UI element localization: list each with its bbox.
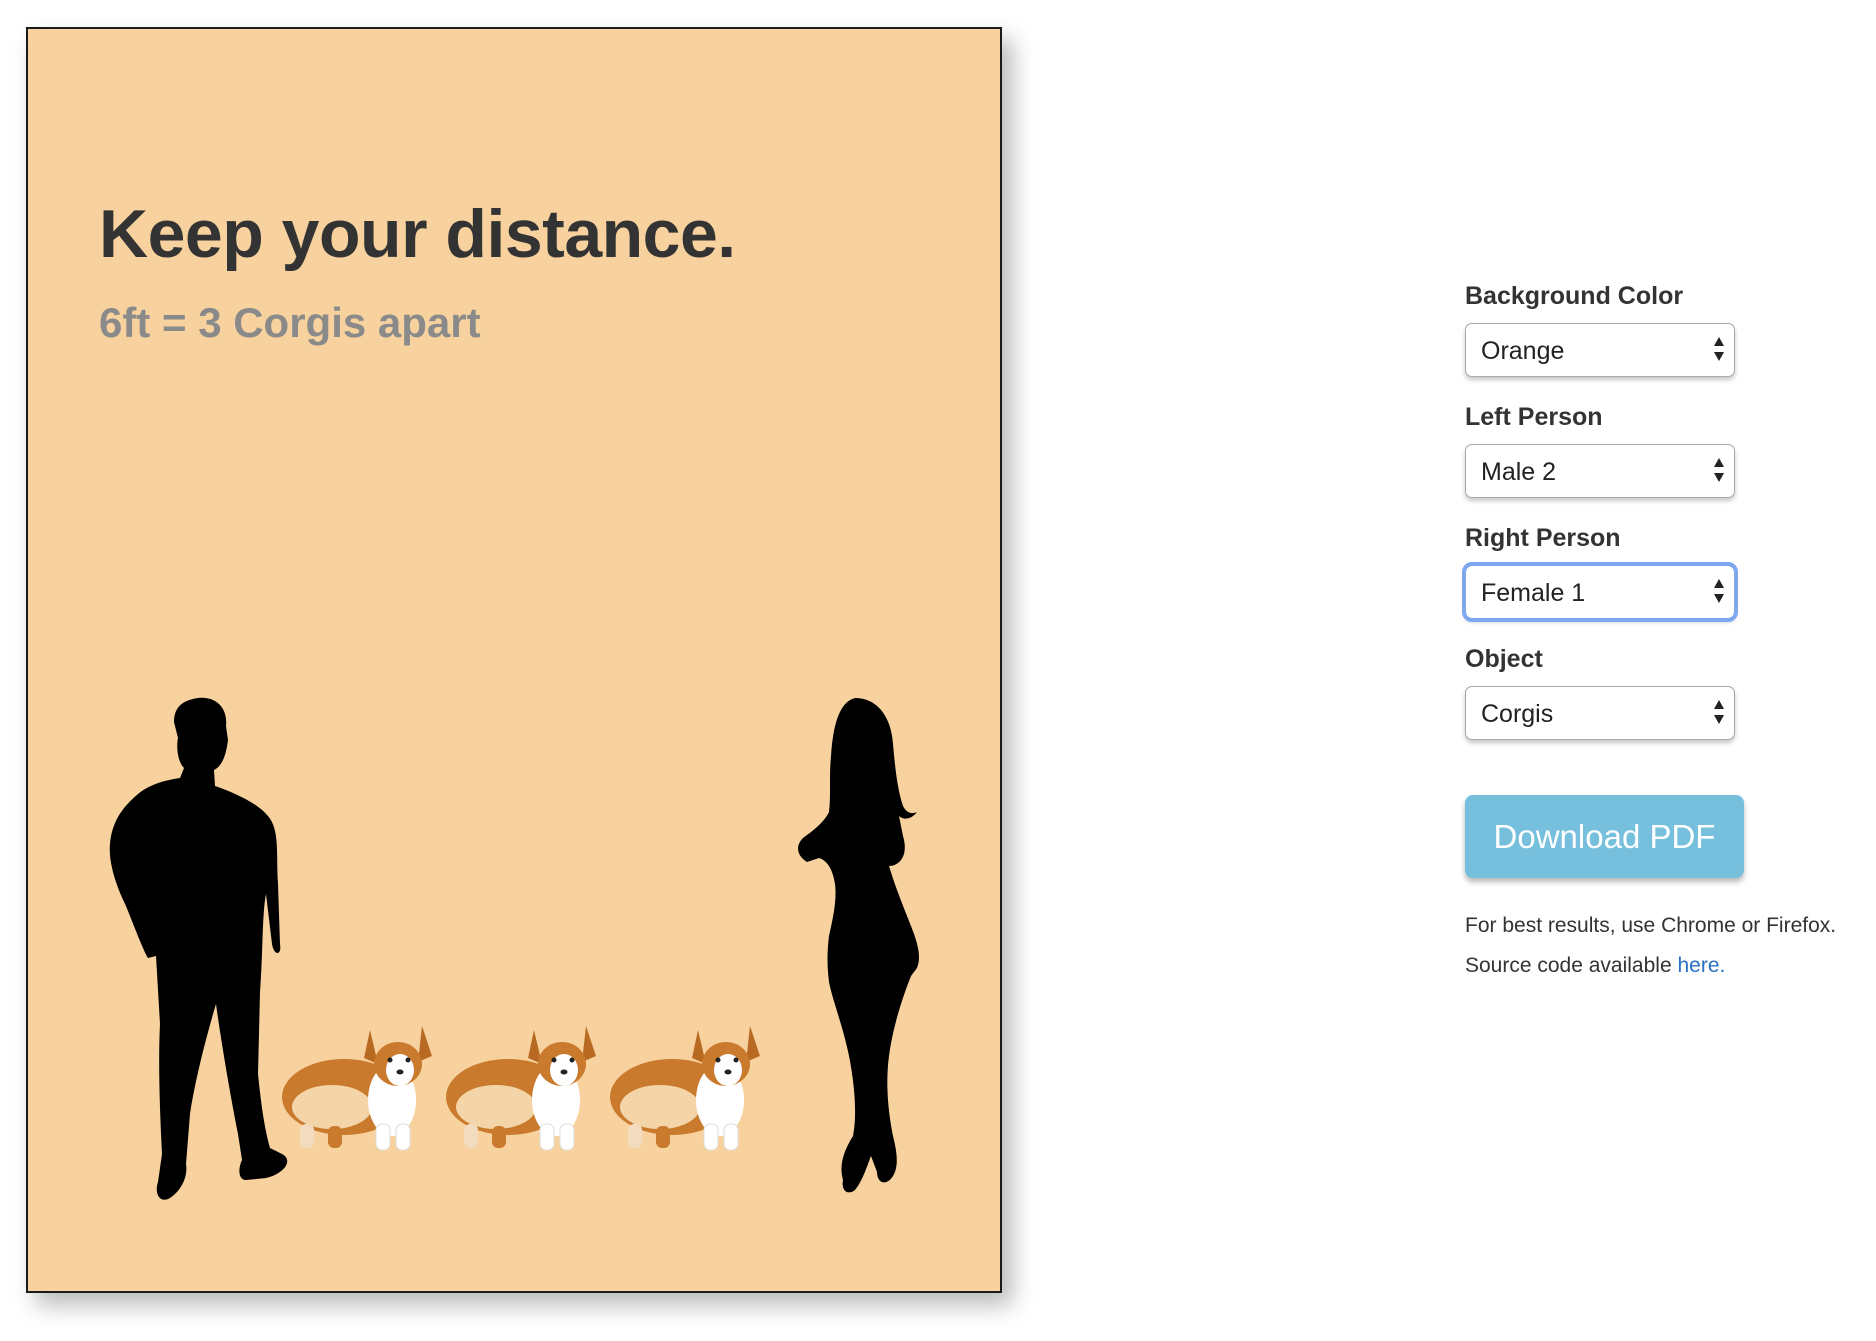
right-person-value: Female 1 [1481,579,1586,607]
browser-note: For best results, use Chrome or Firefox. [1465,914,1837,937]
download-pdf-button[interactable]: Download PDF [1465,795,1744,878]
background-color-label: Background Color [1465,282,1684,310]
right-person-label: Right Person [1465,524,1621,552]
chevron-updown-icon [1714,458,1724,482]
background-color-select[interactable]: Orange [1465,323,1735,377]
poster-title: Keep your distance. [99,196,736,272]
object-label: Object [1465,645,1543,673]
object-value: Corgis [1481,700,1554,728]
chevron-updown-icon [1714,700,1724,724]
right-person-select[interactable]: Female 1 [1462,562,1738,622]
background-color-value: Orange [1481,337,1565,365]
object-field: Object Corgis [1465,645,1865,740]
left-person-field: Left Person Male 2 [1465,403,1865,498]
chevron-updown-icon [1714,579,1724,603]
source-note: Source code available here. [1465,946,1865,986]
male-silhouette [109,697,288,1200]
source-code-link[interactable]: here. [1677,954,1725,977]
corgi-icon [282,1026,432,1151]
poster-preview: Keep your distance. 6ft = 3 Corgis apart [26,27,1002,1293]
corgi-icon [446,1026,596,1151]
page: Keep your distance. 6ft = 3 Corgis apart [0,0,1876,1341]
left-person-label: Left Person [1465,403,1603,431]
source-note-text: Source code available [1465,954,1678,977]
background-color-field: Background Color Orange [1465,282,1865,377]
left-person-value: Male 2 [1481,458,1557,486]
poster-subtitle: 6ft = 3 Corgis apart [99,299,481,346]
female-silhouette [798,698,919,1193]
controls-panel: Background Color Orange Left Person Male… [1462,282,1865,986]
chevron-updown-icon [1714,337,1724,361]
left-person-select[interactable]: Male 2 [1465,444,1735,498]
right-person-field: Right Person Female 1 [1462,524,1865,622]
object-select[interactable]: Corgis [1465,686,1735,740]
